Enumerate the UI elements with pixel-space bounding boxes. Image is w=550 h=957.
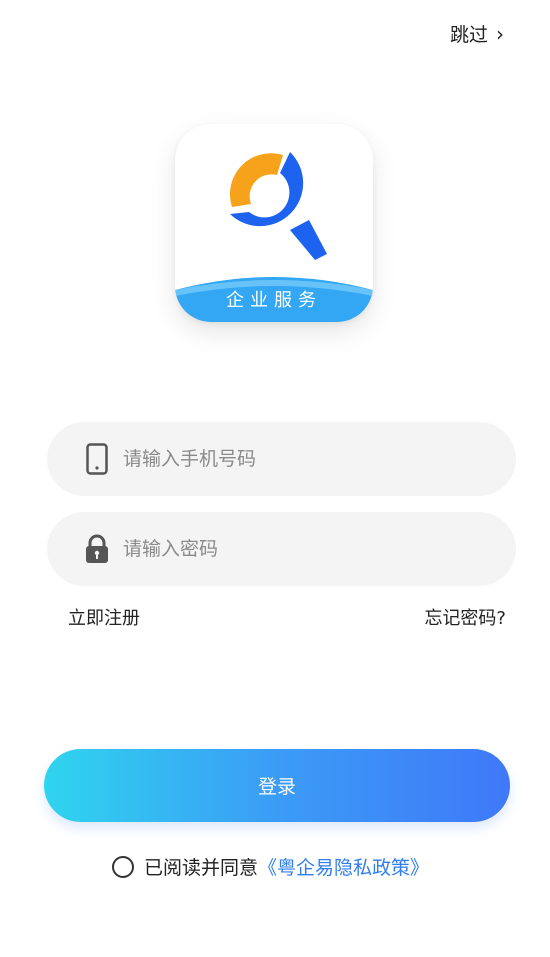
password-field[interactable] xyxy=(47,512,516,586)
agreement-row: 已阅读并同意 《粤企易隐私政策》 xyxy=(112,853,429,880)
forgot-password-link[interactable]: 忘记密码? xyxy=(424,604,506,630)
login-button[interactable]: 登录 xyxy=(44,749,510,822)
logo-label: 企业服务 xyxy=(226,290,322,311)
password-input[interactable] xyxy=(121,537,485,561)
agreement-checkbox[interactable] xyxy=(112,855,134,878)
skip-button[interactable]: 跳过 › xyxy=(450,20,504,47)
skip-label: 跳过 xyxy=(449,24,488,46)
phone-field[interactable] xyxy=(47,422,516,496)
lock-icon xyxy=(83,532,111,566)
register-link[interactable]: 立即注册 xyxy=(68,604,140,630)
phone-input[interactable] xyxy=(121,447,485,471)
phone-icon xyxy=(83,442,111,476)
agreement-text: 已阅读并同意 xyxy=(144,857,259,879)
chevron-right-icon: › xyxy=(496,21,504,46)
privacy-policy-link[interactable]: 《粤企易隐私政策》 xyxy=(258,853,429,880)
app-logo: 企业服务 xyxy=(175,124,373,322)
